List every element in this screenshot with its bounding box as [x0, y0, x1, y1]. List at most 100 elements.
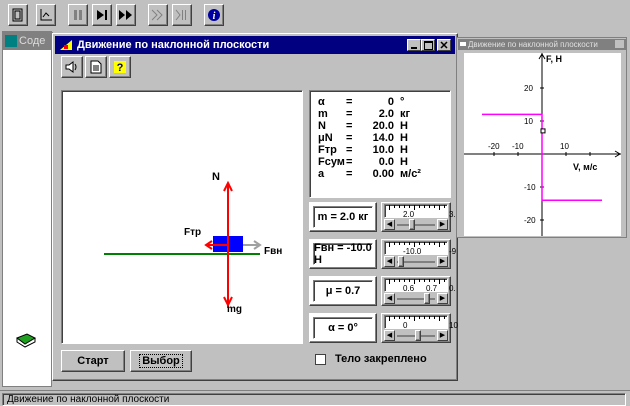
- ruler-tick: [424, 242, 425, 245]
- select-button[interactable]: Выбор: [130, 350, 192, 372]
- ruler-tick: [429, 205, 430, 208]
- param-equals: =: [346, 144, 353, 156]
- slider-tick-label: 0.: [449, 284, 456, 293]
- slider-track[interactable]: ◀ ▶: [384, 256, 448, 267]
- slider-left-arrow[interactable]: ◀: [384, 330, 395, 341]
- ruler-tick: [394, 242, 395, 245]
- param-name: Fсум: [318, 156, 345, 168]
- skip-disabled-icon[interactable]: [148, 4, 168, 26]
- slider-track[interactable]: ◀ ▶: [384, 330, 448, 341]
- contents-window: Соде: [2, 31, 53, 387]
- ruler-tick: [404, 205, 405, 208]
- param-name: a: [318, 168, 325, 180]
- slider-tick-label: 0.6: [403, 284, 415, 293]
- step-play-icon[interactable]: [92, 4, 112, 26]
- slider-track[interactable]: ◀ ▶: [384, 219, 448, 230]
- ruler-tick: [414, 316, 415, 321]
- fixed-body-checkbox[interactable]: [315, 354, 326, 365]
- slider-left-arrow[interactable]: ◀: [384, 219, 395, 230]
- slider-thumb[interactable]: [415, 330, 421, 341]
- maximize-button[interactable]: [421, 39, 435, 51]
- graph-area: -20-10102010-10-20-30F, НV, м/с: [464, 53, 621, 258]
- slider-left-arrow[interactable]: ◀: [384, 293, 395, 304]
- slider-thumb[interactable]: [409, 219, 415, 230]
- start-button[interactable]: Старт: [61, 350, 125, 372]
- ruler-tick: [409, 316, 410, 319]
- status-text: Движение по наклонной плоскости: [2, 393, 626, 406]
- param-name: Fтр: [318, 144, 337, 156]
- maximize-icon: [423, 40, 433, 50]
- force-velocity-plot: -20-10102010-10-20-30F, НV, м/с: [464, 53, 621, 258]
- info-icon[interactable]: i: [204, 4, 224, 26]
- graph-menu-icon[interactable]: [460, 42, 466, 46]
- control-value: m = 2.0 кг: [313, 206, 373, 228]
- slider-left-arrow[interactable]: ◀: [384, 256, 395, 267]
- graph-close-icon[interactable]: [615, 40, 624, 48]
- exit-door-icon[interactable]: [8, 4, 28, 26]
- gravity-label: mg: [227, 304, 242, 315]
- ruler-tick: [439, 205, 440, 210]
- step-disabled-icon[interactable]: [172, 4, 192, 26]
- simulation-canvas: N Fтр Fвн mg: [61, 90, 303, 344]
- control-value: Fвн = -10.0 Н: [313, 242, 373, 266]
- document-icon[interactable]: [85, 56, 107, 78]
- slider-tick-label: -10.0: [403, 247, 422, 256]
- slider-thumb[interactable]: [398, 256, 404, 267]
- control-value-box: μ = 0.7: [309, 276, 377, 306]
- slider-tick-label: -9: [449, 247, 457, 256]
- chart-icon[interactable]: [36, 4, 56, 26]
- ruler-tick: [409, 279, 410, 282]
- slider-ruler: -10.0 -9 ◀ ▶: [381, 239, 456, 269]
- select-button-label: Выбор: [139, 354, 183, 368]
- slider-ruler: 0.6 0.7 0. ◀ ▶: [381, 276, 456, 306]
- param-unit: кг: [400, 108, 411, 120]
- graph-window: Движение по наклонной плоскости -20 -10 10…: [456, 37, 627, 258]
- slider-right-arrow[interactable]: ▶: [437, 256, 448, 267]
- slider-scale: 0.6 0.7 0.: [384, 278, 456, 293]
- param-unit: °: [400, 96, 405, 108]
- contents-titlebar[interactable]: Соде: [3, 32, 53, 50]
- green-book-icon[interactable]: [15, 332, 37, 348]
- slider-right-arrow[interactable]: ▶: [437, 219, 448, 230]
- main-titlebar[interactable]: Движение по наклонной плоскости: [55, 36, 455, 54]
- param-value: 2.0: [378, 108, 394, 120]
- ruler-tick: [404, 242, 405, 245]
- minimize-button[interactable]: [407, 39, 421, 51]
- fast-forward-icon[interactable]: [116, 4, 136, 26]
- ruler-tick: [419, 279, 420, 282]
- param-unit: м/с²: [400, 168, 421, 180]
- ruler-tick: [419, 205, 420, 208]
- graph-titlebar[interactable]: Движение по наклонной плоскости: [458, 39, 626, 50]
- fixed-body-label: Тело закреплено: [335, 353, 427, 365]
- speaker-icon[interactable]: [61, 56, 83, 78]
- x-axis-label: V, м/с: [573, 162, 597, 172]
- slider-tick-label: 2.0: [403, 210, 415, 219]
- control-value-box: m = 2.0 кг: [309, 202, 377, 232]
- slider-scale: 0 10: [384, 315, 458, 330]
- pause-icon[interactable]: [68, 4, 88, 26]
- ruler-tick: [389, 205, 390, 210]
- y-tick-label: 20: [524, 84, 533, 93]
- help-question-icon[interactable]: ?: [109, 56, 131, 78]
- param-name: N: [318, 120, 326, 132]
- close-button[interactable]: [437, 39, 451, 51]
- minimize-icon: [411, 46, 417, 49]
- external-force-label: Fвн: [264, 246, 283, 257]
- start-button-label: Старт: [77, 355, 109, 367]
- control-value: μ = 0.7: [313, 280, 373, 302]
- slider-track[interactable]: ◀ ▶: [384, 293, 448, 304]
- slider-right-arrow[interactable]: ▶: [437, 330, 448, 341]
- slider-thumb[interactable]: [424, 293, 430, 304]
- ruler-tick: [439, 316, 440, 321]
- ruler-tick: [419, 316, 420, 319]
- param-equals: =: [346, 96, 353, 108]
- slider-right-arrow[interactable]: ▶: [437, 293, 448, 304]
- param-equals: =: [346, 132, 353, 144]
- app-icon: [60, 40, 72, 50]
- param-row: m = 2.0 кг: [318, 108, 450, 120]
- y-tick-label: 10: [524, 117, 533, 126]
- param-unit: Н: [400, 156, 408, 168]
- ruler-tick: [424, 279, 425, 282]
- control-value-text: μ = 0.7: [325, 285, 361, 297]
- param-value: 20.0: [372, 120, 394, 132]
